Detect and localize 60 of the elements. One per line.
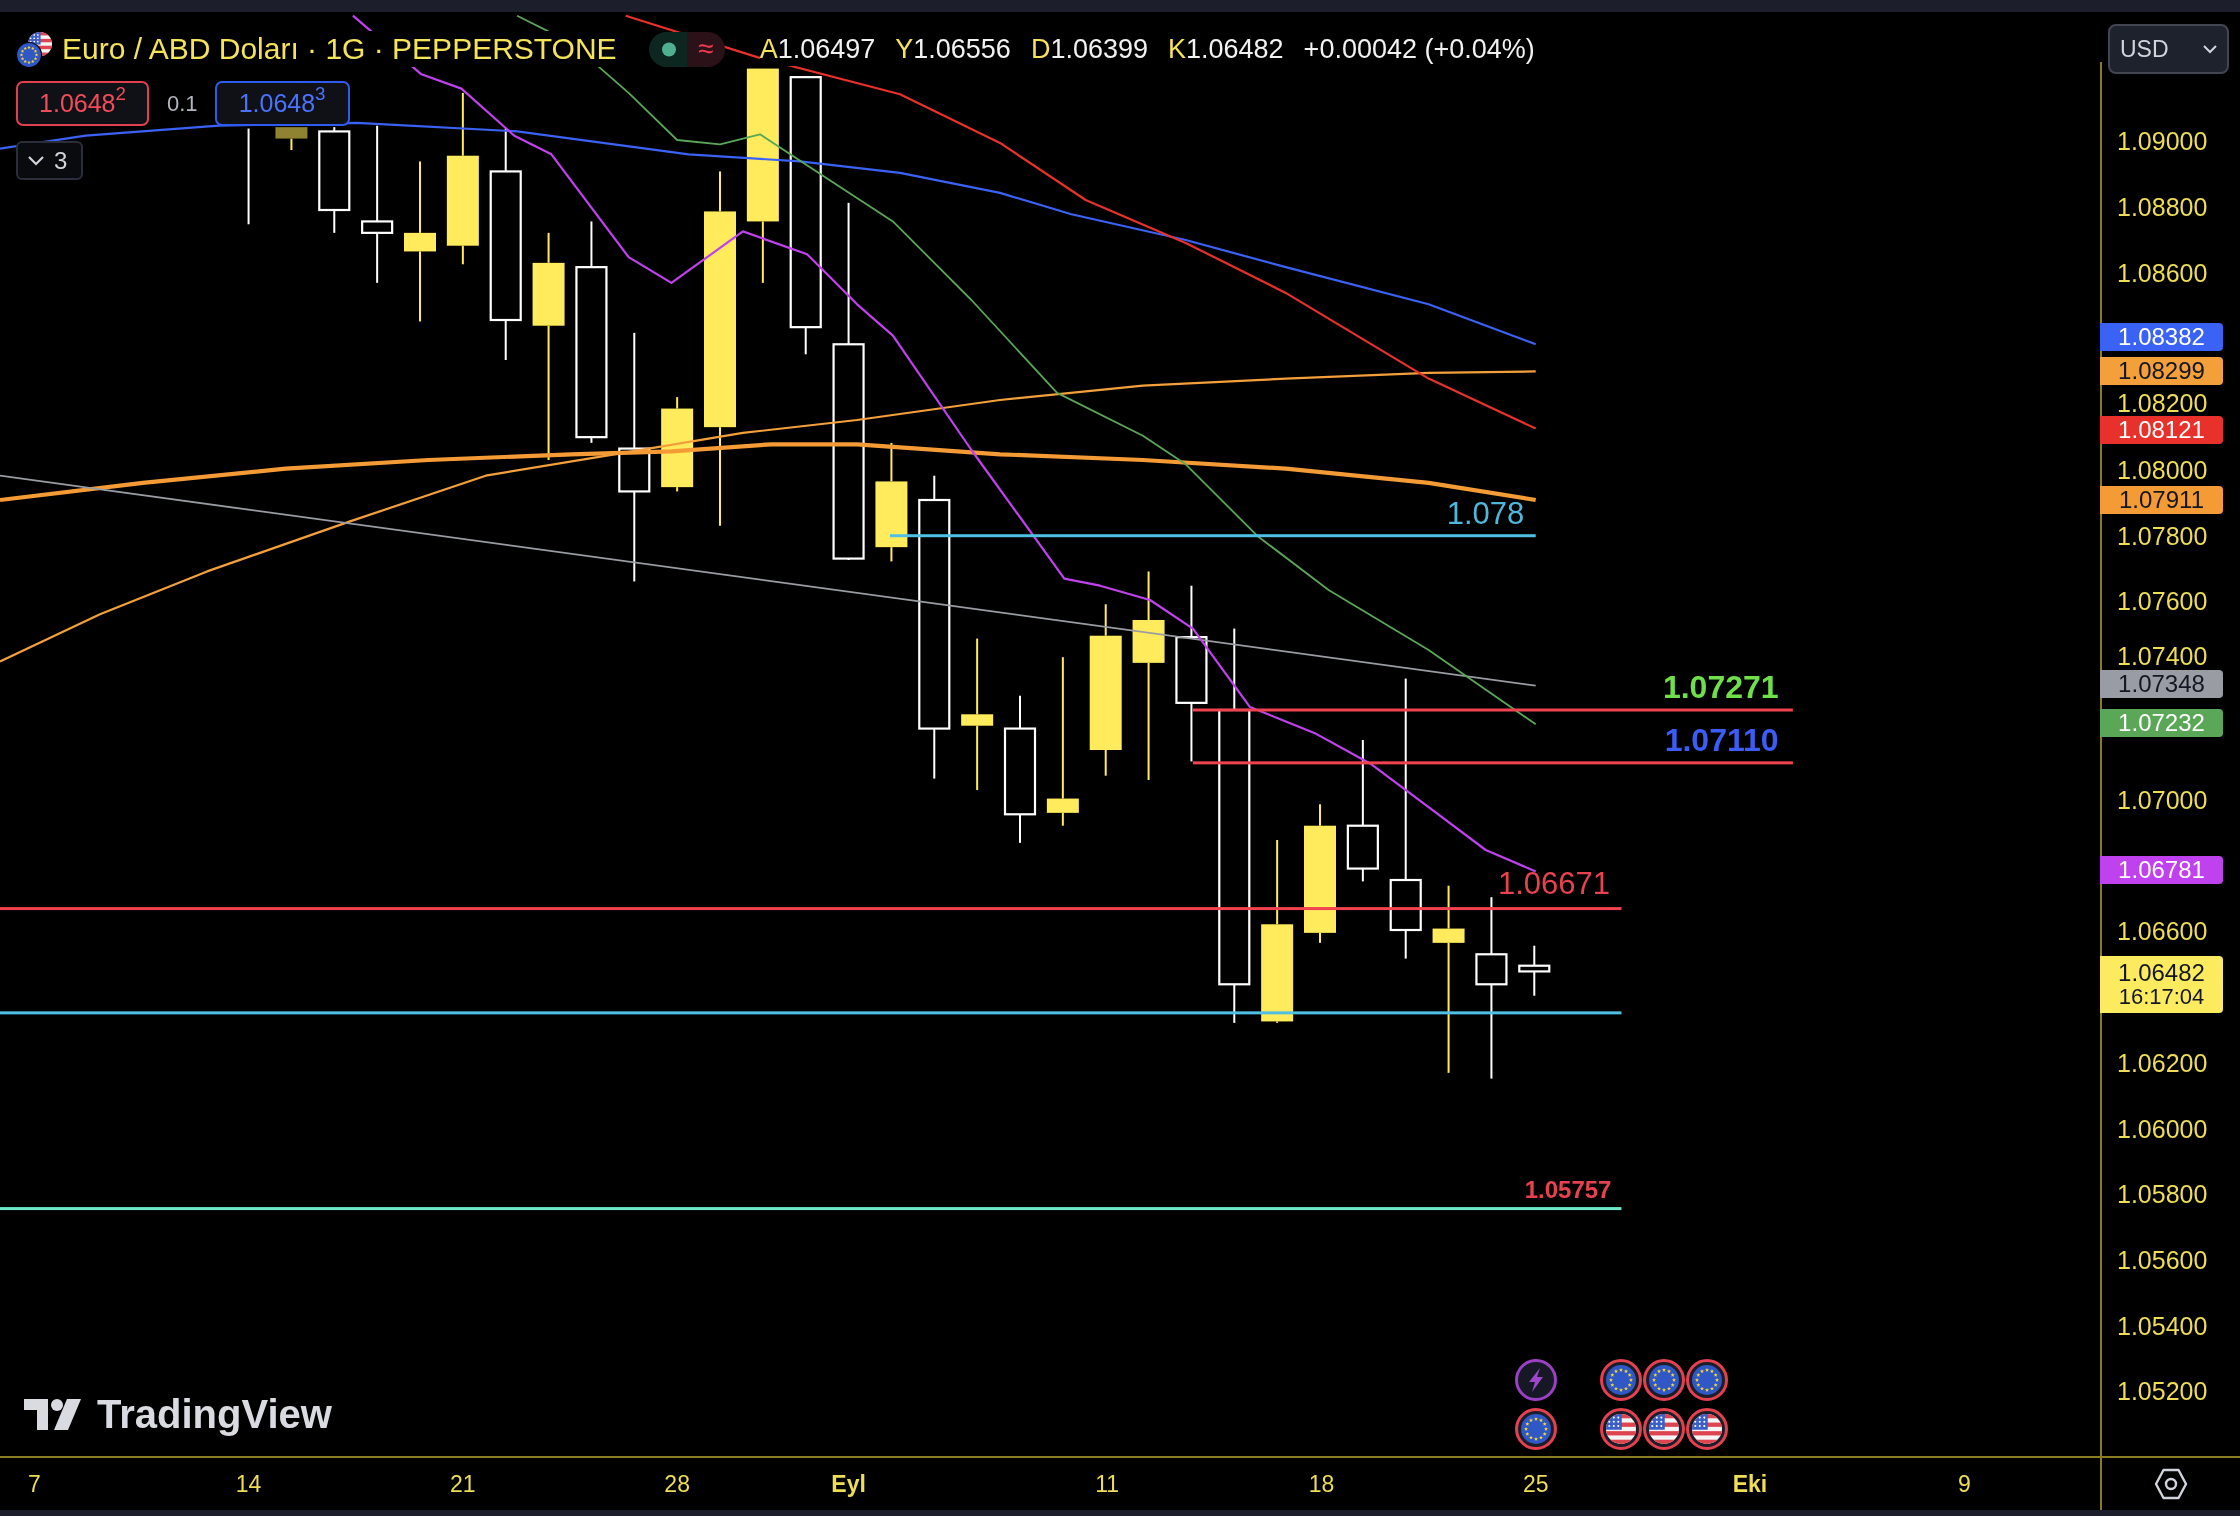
- time-axis-label: 9: [1957, 1471, 1971, 1497]
- price-axis-label: 1.08800: [2117, 194, 2208, 221]
- last-price-value: 1.06482: [2118, 960, 2205, 985]
- price-level-label: 1.06671: [1497, 872, 1610, 897]
- eu-flag-icon[interactable]: [1686, 1359, 1729, 1401]
- indicator-value-tag: 1.08382: [2100, 323, 2223, 352]
- price-level-label: 1.05757: [1524, 1180, 1612, 1200]
- price-axis-label: 1.06600: [2117, 918, 2208, 945]
- chevron-down-icon: [2203, 44, 2217, 54]
- time-axis-label: 25: [1522, 1471, 1549, 1497]
- data-delay-indicator[interactable]: ≈: [686, 31, 725, 67]
- indicators-toggle-button[interactable]: 3: [16, 141, 83, 180]
- us-flag-icon[interactable]: [1686, 1407, 1729, 1450]
- price-axis-label: 1.05400: [2117, 1312, 2208, 1339]
- price-level-label: 1.07271: [1662, 673, 1779, 702]
- currency-dropdown[interactable]: USD: [2108, 24, 2229, 74]
- price-axis-label: 1.07400: [2117, 642, 2208, 669]
- price-level-label: 1.078: [1446, 501, 1525, 528]
- price-axis-label: 1.06000: [2117, 1115, 2208, 1142]
- eu-flag-icon[interactable]: [1643, 1359, 1686, 1401]
- indicator-value-tag: 1.07348: [2100, 670, 2223, 699]
- indicator-value-tag: 1.07232: [2100, 708, 2223, 737]
- candlestick: [275, 127, 308, 150]
- price-axis-label: 1.08600: [2117, 259, 2208, 286]
- candlestick: [1518, 945, 1551, 996]
- eu-flag-icon[interactable]: [1600, 1359, 1643, 1401]
- price-axis-label: 1.08200: [2117, 389, 2208, 416]
- price-axis-label: 1.09000: [2117, 128, 2208, 155]
- indicator-value-tag: 1.08121: [2100, 416, 2223, 444]
- countdown-timer: 16:17:04: [2118, 985, 2205, 1009]
- buy-price-button[interactable]: 1.0648$^{3}$: [214, 81, 350, 126]
- price-axis-label: 1.05200: [2117, 1378, 2208, 1405]
- price-axis-label: 1.05600: [2117, 1247, 2208, 1273]
- price-axis-label: 1.07800: [2117, 522, 2208, 549]
- lightning-icon[interactable]: [1514, 1359, 1557, 1401]
- brand-name: TradingView: [97, 1392, 332, 1436]
- symbol-title[interactable]: Euro / ABD Doları · 1G · PEPPERSTONE: [62, 31, 617, 67]
- sell-price-button[interactable]: 1.0648$^{2}$: [16, 81, 149, 126]
- time-axis-label: 7: [27, 1471, 41, 1497]
- price-axis-label: 1.06200: [2117, 1049, 2208, 1076]
- us-flag-icon[interactable]: [1600, 1407, 1643, 1450]
- currency-flags-icon: [16, 30, 53, 68]
- time-axis-label: Eyl: [831, 1471, 866, 1497]
- time-axis-label: 28: [664, 1471, 690, 1497]
- time-axis-label: Eki: [1732, 1471, 1768, 1497]
- indicator-value-tag: 1.07911: [2100, 486, 2223, 514]
- price-axis-label: 1.08000: [2117, 457, 2208, 483]
- time-axis-label: 14: [235, 1471, 262, 1497]
- indicator-value-tag: 1.06781: [2100, 856, 2223, 884]
- indicator-value-tag: 1.08299: [2100, 357, 2223, 386]
- price-axis-label: 1.05800: [2117, 1181, 2208, 1208]
- time-axis-label: 11: [1095, 1471, 1120, 1497]
- time-axis-label: 21: [450, 1471, 476, 1497]
- time-axis-label: 18: [1308, 1471, 1335, 1497]
- eu-flag-icon[interactable]: [1514, 1407, 1557, 1450]
- settings-icon[interactable]: [2154, 1468, 2188, 1500]
- price-axis-label: 1.07600: [2117, 588, 2208, 615]
- price-level-label: 1.07110: [1664, 726, 1779, 754]
- price-axis-label: 1.07000: [2117, 787, 2208, 813]
- us-flag-icon[interactable]: [1643, 1407, 1686, 1450]
